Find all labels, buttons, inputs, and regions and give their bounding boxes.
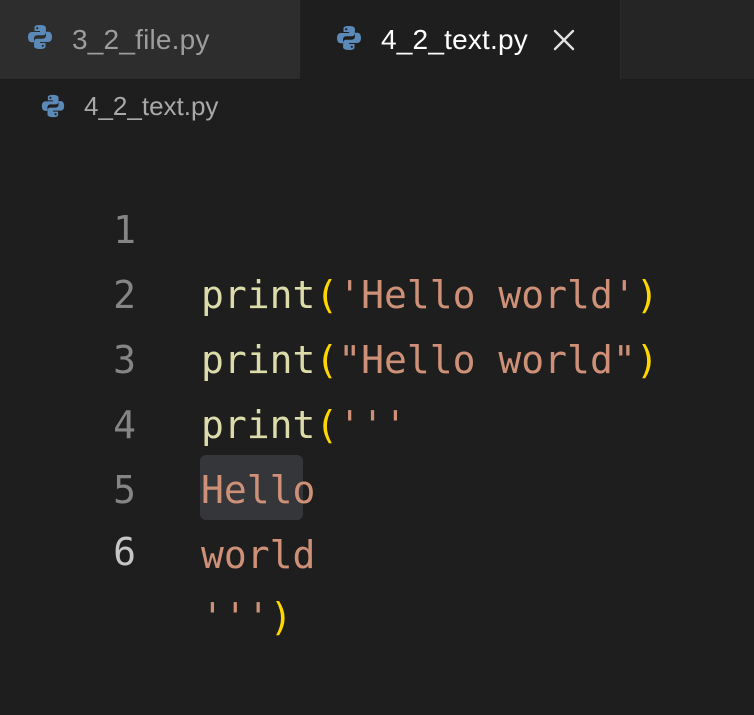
bracket-token: ) [269, 595, 293, 639]
tab-bar: 3_2_file.py 4_2_text.py [0, 0, 754, 80]
close-icon[interactable] [550, 26, 578, 54]
code-line-2[interactable]: 2 print("Hello world") [0, 198, 754, 382]
code-line-1[interactable]: 1 print('Hello world') [0, 133, 754, 317]
code-editor[interactable]: 1 print('Hello world') 2 print("Hello wo… [0, 131, 754, 639]
python-icon [40, 93, 66, 119]
tab-3-2-file[interactable]: 3_2_file.py [0, 0, 301, 79]
code-line-3[interactable]: 3 print(''' [0, 263, 754, 447]
tab-label: 3_2_file.py [72, 23, 210, 55]
python-icon [26, 23, 54, 56]
code-line-4[interactable]: 4 Hello [0, 328, 754, 512]
line-code: ''') [201, 585, 293, 650]
breadcrumb-file-label: 4_2_text.py [84, 90, 219, 121]
code-line-6[interactable]: 6 ''') [0, 455, 754, 639]
tab-4-2-text[interactable]: 4_2_text.py [301, 0, 621, 80]
code-line-5[interactable]: 5 world [0, 393, 754, 577]
python-icon [335, 24, 363, 57]
line-number: 6 [113, 530, 136, 574]
string-token: world [201, 533, 316, 577]
tab-label: 4_2_text.py [381, 24, 528, 55]
string-token: ''' [201, 595, 270, 639]
line-code: world [201, 523, 315, 588]
breadcrumb[interactable]: 4_2_text.py [40, 86, 218, 126]
